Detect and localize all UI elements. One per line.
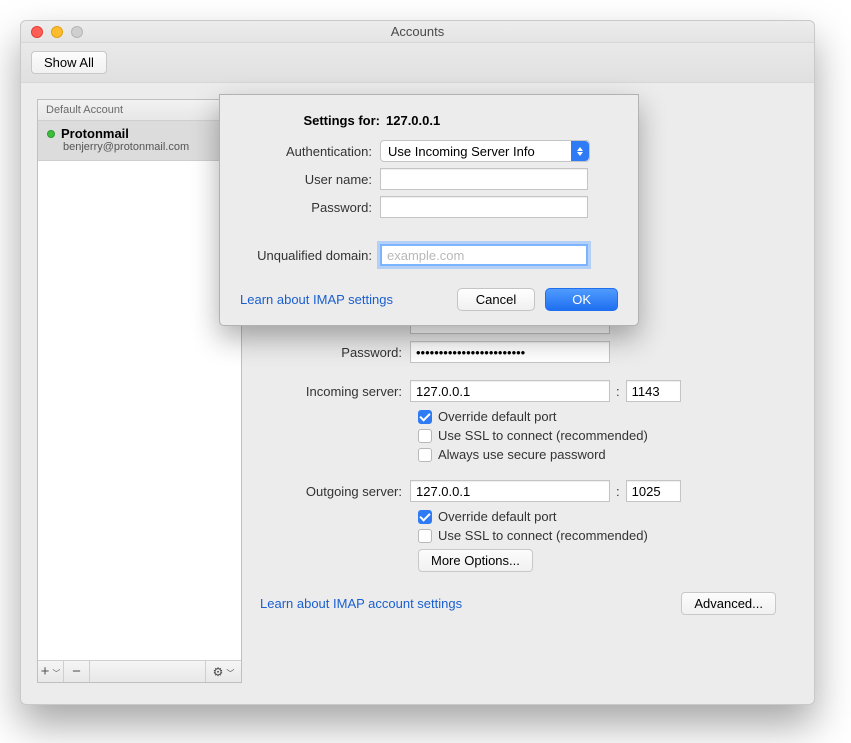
select-stepper-icon xyxy=(571,141,589,161)
checkbox-icon xyxy=(418,529,432,543)
status-online-icon xyxy=(47,130,55,138)
sheet-password-field[interactable] xyxy=(380,196,588,218)
incoming-port-field[interactable] xyxy=(626,380,681,402)
incoming-secure-password-checkbox[interactable]: Always use secure password xyxy=(418,447,780,462)
sidebar-item-protonmail[interactable]: Protonmail benjerry@protonmail.com xyxy=(38,121,241,161)
sidebar-list: Protonmail benjerry@protonmail.com xyxy=(38,121,241,660)
authentication-label: Authentication: xyxy=(240,144,380,159)
cancel-button[interactable]: Cancel xyxy=(457,288,535,311)
outgoing-server-label: Outgoing server: xyxy=(260,484,410,499)
port-separator: : xyxy=(610,484,626,499)
window-title: Accounts xyxy=(21,24,814,39)
toolbar: Show All xyxy=(21,43,814,83)
sheet-password-label: Password: xyxy=(240,200,380,215)
learn-imap-account-link[interactable]: Learn about IMAP account settings xyxy=(260,596,462,611)
titlebar: Accounts xyxy=(21,21,814,43)
password-label: Password: xyxy=(260,345,410,360)
outgoing-ssl-checkbox[interactable]: Use SSL to connect (recommended) xyxy=(418,528,780,543)
unqualified-domain-field[interactable] xyxy=(380,244,588,266)
username-field[interactable] xyxy=(380,168,588,190)
outgoing-override-port-checkbox[interactable]: Override default port xyxy=(418,509,780,524)
checkbox-icon xyxy=(418,410,432,424)
account-name: Protonmail xyxy=(61,126,129,141)
more-options-button[interactable]: More Options... xyxy=(418,549,533,572)
incoming-server-label: Incoming server: xyxy=(260,384,410,399)
authentication-value: Use Incoming Server Info xyxy=(388,144,535,159)
authentication-select[interactable]: Use Incoming Server Info xyxy=(380,140,590,162)
show-all-button[interactable]: Show All xyxy=(31,51,107,74)
advanced-button[interactable]: Advanced... xyxy=(681,592,776,615)
smtp-settings-sheet: Settings for: 127.0.0.1 Authentication: … xyxy=(219,94,639,326)
settings-for-value: 127.0.0.1 xyxy=(386,113,440,128)
unqualified-domain-label: Unqualified domain: xyxy=(240,248,380,263)
outgoing-port-field[interactable] xyxy=(626,480,681,502)
sidebar-actions-button[interactable] xyxy=(205,661,241,682)
username-label: User name: xyxy=(240,172,380,187)
outgoing-server-field[interactable] xyxy=(410,480,610,502)
account-address: benjerry@protonmail.com xyxy=(47,141,232,153)
learn-imap-settings-link[interactable]: Learn about IMAP settings xyxy=(240,292,393,307)
remove-account-button[interactable]: − xyxy=(64,661,90,682)
add-account-button[interactable]: + xyxy=(38,661,64,682)
chevron-down-icon xyxy=(49,663,60,680)
checkbox-icon xyxy=(418,448,432,462)
port-separator: : xyxy=(610,384,626,399)
password-field[interactable] xyxy=(410,341,610,363)
incoming-ssl-checkbox[interactable]: Use SSL to connect (recommended) xyxy=(418,428,780,443)
settings-for-label: Settings for: xyxy=(240,113,380,128)
checkbox-icon xyxy=(418,429,432,443)
sidebar-header: Default Account xyxy=(38,100,241,121)
gear-icon xyxy=(213,665,224,679)
incoming-server-field[interactable] xyxy=(410,380,610,402)
checkbox-icon xyxy=(418,510,432,524)
accounts-sidebar: Default Account Protonmail benjerry@prot… xyxy=(37,99,242,683)
ok-button[interactable]: OK xyxy=(545,288,618,311)
accounts-window: Accounts Show All Default Account Proton… xyxy=(20,20,815,705)
sidebar-footer: + − xyxy=(38,660,241,682)
chevron-down-icon xyxy=(223,665,234,679)
incoming-override-port-checkbox[interactable]: Override default port xyxy=(418,409,780,424)
